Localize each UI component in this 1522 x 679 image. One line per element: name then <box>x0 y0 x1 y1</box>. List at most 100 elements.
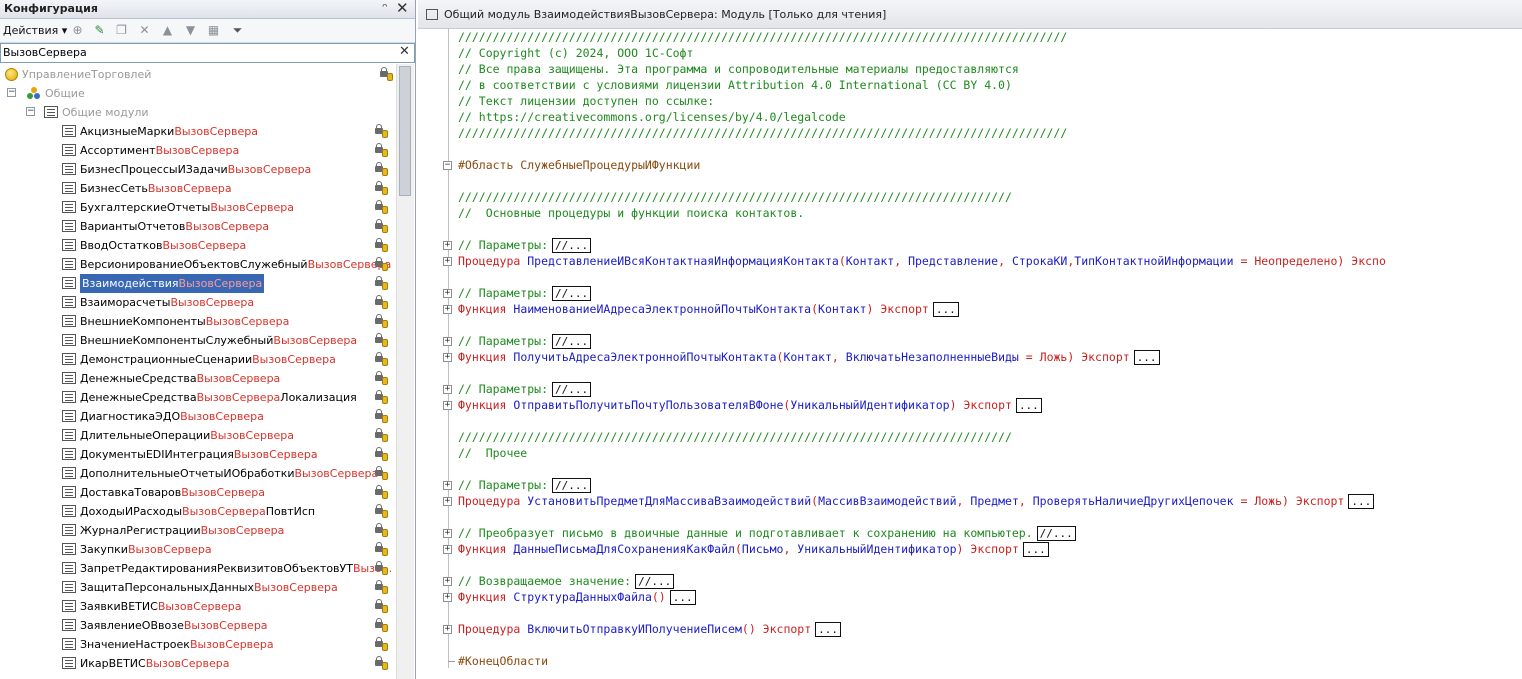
collapsed-block-button[interactable]: //... <box>635 574 675 589</box>
code-line[interactable]: // Параметры://... <box>458 333 592 349</box>
move-up-icon[interactable]: ▲ <box>160 23 175 38</box>
move-down-icon[interactable]: ▼ <box>183 23 198 38</box>
code-line[interactable]: // в соответствии с условиями лицензии A… <box>458 77 1012 93</box>
code-line[interactable]: // Параметры://... <box>458 477 592 493</box>
tree-item-module[interactable]: АкцизныеМаркиВызовСервера <box>62 121 388 140</box>
collapsed-block-button[interactable]: //... <box>552 334 592 349</box>
close-panel-icon[interactable]: ✕ <box>396 0 409 17</box>
collapsed-block-button[interactable]: ... <box>932 302 959 317</box>
tree-item-module[interactable]: ВнешниеКомпонентыВызовСервера <box>62 311 388 330</box>
code-line[interactable]: Функция НаименованиеИАдресаЭлектроннойПо… <box>458 301 959 317</box>
add-icon[interactable]: ⊕ <box>70 23 85 38</box>
collapse-fold-icon[interactable]: − <box>443 161 452 170</box>
filter-icon[interactable]: ⏷ <box>230 23 245 38</box>
tree-item-module[interactable]: ВзаиморасчетыВызовСервера <box>62 292 388 311</box>
code-line[interactable]: // Возвращаемое значение://... <box>458 573 675 589</box>
collapse-icon[interactable]: − <box>7 88 16 97</box>
code-line[interactable]: // Текст лицензии доступен по ссылке: <box>458 93 714 109</box>
tree-item-module[interactable]: БизнесПроцессыИЗадачиВызовСервера <box>62 159 388 178</box>
tree-item-module[interactable]: ВводОстатковВызовСервера <box>62 235 388 254</box>
code-line[interactable]: // Параметры://... <box>458 285 592 301</box>
collapse-icon[interactable]: − <box>26 107 35 116</box>
code-line[interactable]: ////////////////////////////////////////… <box>458 429 1012 445</box>
tree-node-common[interactable]: − Общие <box>5 83 85 102</box>
clear-search-icon[interactable]: ✕ <box>399 44 410 59</box>
code-area[interactable]: ////////////////////////////////////////… <box>418 28 1522 679</box>
code-line[interactable]: ////////////////////////////////////////… <box>458 189 1012 205</box>
tree-item-module[interactable]: ВнешниеКомпонентыСлужебныйВызовСервера <box>62 330 388 349</box>
edit-pencil-icon[interactable]: ✎ <box>92 23 107 38</box>
tree-item-module[interactable]: ДиагностикаЭДОВызовСервера <box>62 406 388 425</box>
tree-item-module[interactable]: ДокументыEDIИнтеграцияВызовСервера <box>62 444 388 463</box>
collapsed-block-button[interactable]: ... <box>1133 350 1160 365</box>
expand-fold-icon[interactable]: + <box>443 337 452 346</box>
tree-item-module[interactable]: ВзаимодействияВызовСервера <box>62 273 388 293</box>
tree-item-module[interactable]: ЗапретРедактированияРеквизитовОбъектовУТ… <box>62 558 392 577</box>
search-input[interactable] <box>3 45 393 60</box>
code-line[interactable]: // Преобразует письмо в двоичные данные … <box>458 525 1076 541</box>
tree-item-module[interactable]: ДоставкаТоваровВызовСервера <box>62 482 388 501</box>
expand-fold-icon[interactable]: + <box>443 497 452 506</box>
code-line[interactable]: // Параметры://... <box>458 381 592 397</box>
tree-item-module[interactable]: ДополнительныеОтчетыИОбработкиВызовСерве… <box>62 463 388 482</box>
tree-item-module[interactable]: ЗаявлениеОВвозеВызовСервера <box>62 615 388 634</box>
tree-item-module[interactable]: БухгалтерскиеОтчетыВызовСервера <box>62 197 388 216</box>
code-line[interactable]: Функция ПолучитьАдресаЭлектроннойПочтыКо… <box>458 349 1160 365</box>
delete-icon[interactable]: ✕ <box>137 23 152 38</box>
code-line[interactable]: Процедура ПредставлениеИВсяКонтактнаяИнф… <box>458 253 1386 269</box>
expand-fold-icon[interactable]: + <box>443 289 452 298</box>
pin-icon[interactable]: ᴖ <box>382 2 388 12</box>
expand-fold-icon[interactable]: + <box>443 257 452 266</box>
collapsed-block-button[interactable]: ... <box>669 590 696 605</box>
expand-fold-icon[interactable]: + <box>443 305 452 314</box>
code-line[interactable]: Процедура ВключитьОтправкуИПолучениеПисе… <box>458 621 842 637</box>
collapsed-block-button[interactable]: ... <box>815 622 842 637</box>
code-line[interactable]: // Параметры://... <box>458 237 592 253</box>
expand-fold-icon[interactable]: + <box>443 529 452 538</box>
expand-fold-icon[interactable]: + <box>443 577 452 586</box>
code-line[interactable]: // Copyright (c) 2024, ООО 1С-Софт <box>458 45 693 61</box>
code-line[interactable]: ////////////////////////////////////////… <box>458 125 1067 141</box>
tree-item-module[interactable]: ЗащитаПерсональныхДанныхВызовСервера <box>62 577 388 596</box>
tree-item-module[interactable]: ЗаявкиВЕТИСВызовСервера <box>62 596 388 615</box>
tree-item-module[interactable]: АссортиментВызовСервера <box>62 140 388 159</box>
tree-item-module[interactable]: ВерсионированиеОбъектовСлужебныйВызовСер… <box>62 254 391 273</box>
tree-item-module[interactable]: ДенежныеСредстваВызовСервера <box>62 368 388 387</box>
code-line[interactable]: Функция ОтправитьПолучитьПочтуПользовате… <box>458 397 1042 413</box>
collapsed-block-button[interactable]: //... <box>552 238 592 253</box>
expand-fold-icon[interactable]: + <box>443 353 452 362</box>
tree-item-module[interactable]: ИкарВЕТИСВызовСервера <box>62 653 388 672</box>
collapsed-block-button[interactable]: ... <box>1348 494 1375 509</box>
collapsed-block-button[interactable]: //... <box>552 382 592 397</box>
tree-item-module[interactable]: ДемонстрационныеСценарииВызовСервера <box>62 349 388 368</box>
tree-scrollbar[interactable] <box>396 64 414 679</box>
code-line[interactable]: ////////////////////////////////////////… <box>458 29 1067 45</box>
tree-item-module[interactable]: ЖурналРегистрацииВызовСервера <box>62 520 388 539</box>
copy-icon[interactable]: ❐ <box>114 23 129 38</box>
tree-item-module[interactable]: ДлительныеОперацииВызовСервера <box>62 425 388 444</box>
code-line[interactable]: #КонецОбласти <box>458 653 548 669</box>
tree-item-module[interactable]: ДоходыИРасходыВызовСервераПовтИсп <box>62 501 388 520</box>
tree-item-module[interactable]: ЗначениеНастроекВызовСервера <box>62 634 388 653</box>
expand-fold-icon[interactable]: + <box>443 545 452 554</box>
collapsed-block-button[interactable]: ... <box>1015 398 1042 413</box>
expand-fold-icon[interactable]: + <box>443 593 452 602</box>
actions-menu-button[interactable]: Действия ▾ <box>3 24 67 37</box>
code-line[interactable]: // https://creativecommons.org/licenses/… <box>458 109 846 125</box>
code-line[interactable]: #Область СлужебныеПроцедурыИФункции <box>458 157 700 173</box>
tree-node-common-modules[interactable]: − Общие модули <box>24 102 149 121</box>
tree-item-module[interactable]: ЗакупкиВызовСервера <box>62 539 388 558</box>
collapsed-block-button[interactable]: //... <box>552 286 592 301</box>
code-line[interactable]: Процедура УстановитьПредметДляМассиваВза… <box>458 493 1375 509</box>
code-line[interactable]: // Все права защищены. Эта программа и с… <box>458 61 1019 77</box>
expand-fold-icon[interactable]: + <box>443 401 452 410</box>
scrollbar-thumb[interactable] <box>399 66 411 196</box>
tree-item-module[interactable]: ДенежныеСредстваВызовСервераЛокализация <box>62 387 388 406</box>
tree-item-module[interactable]: БизнесСетьВызовСервера <box>62 178 388 197</box>
expand-fold-icon[interactable]: + <box>443 241 452 250</box>
code-line[interactable]: Функция СтруктураДанныхФайла()... <box>458 589 696 605</box>
code-line[interactable]: // Основные процедуры и функции поиска к… <box>458 205 804 221</box>
sort-icon[interactable]: ▦ <box>206 23 221 38</box>
code-line[interactable]: // Прочее <box>458 445 527 461</box>
expand-fold-icon[interactable]: + <box>443 625 452 634</box>
